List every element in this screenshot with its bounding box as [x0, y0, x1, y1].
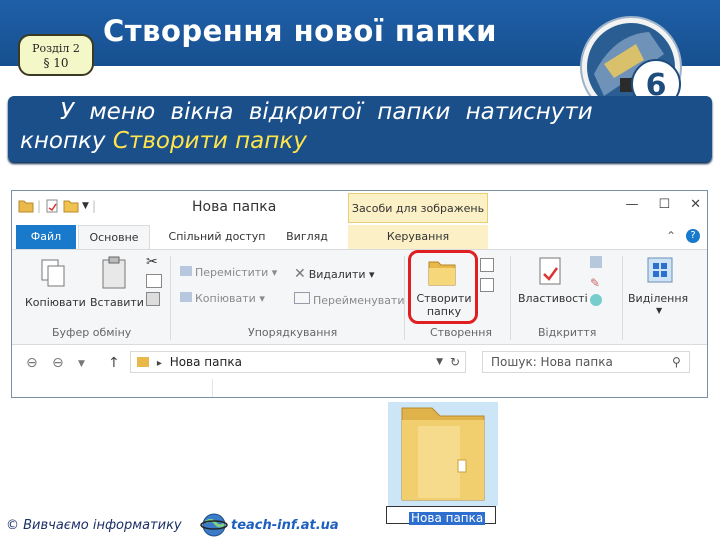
- folder-icon: [137, 357, 149, 367]
- move-to-label: Перемістити: [195, 266, 269, 279]
- instruction-line-2: кнопку Створити папку: [20, 128, 307, 154]
- clipboard-group-label: Буфер обміну: [52, 326, 132, 339]
- chevron-down-icon[interactable]: ▼: [82, 201, 89, 211]
- ribbon-tabs: Файл Основне Спільний доступ Вигляд Керу…: [12, 225, 707, 249]
- properties-icon[interactable]: [44, 199, 60, 213]
- refresh-icon[interactable]: ↻: [450, 352, 460, 372]
- instruction-text: кнопку: [20, 128, 113, 154]
- minimize-button[interactable]: —: [625, 197, 638, 212]
- tab-view[interactable]: Вигляд: [274, 225, 340, 249]
- edit-icon[interactable]: ✎: [590, 276, 600, 290]
- rename-label: Перейменувати: [313, 294, 405, 307]
- folder-icon[interactable]: [18, 199, 34, 213]
- delete-icon: ✕: [294, 266, 306, 282]
- group-separator: [622, 256, 623, 340]
- chevron-right-icon[interactable]: ▸: [157, 358, 162, 369]
- up-button[interactable]: ↑: [108, 355, 120, 371]
- tab-share[interactable]: Спільний доступ: [162, 225, 272, 249]
- open-group-label: Відкриття: [538, 326, 597, 339]
- easy-access-icon[interactable]: [480, 278, 494, 292]
- forward-button[interactable]: ⊖: [52, 355, 64, 371]
- explorer-window: | ▼ | Нова папка Засоби для зображень — …: [11, 190, 708, 398]
- history-icon[interactable]: [590, 294, 602, 306]
- window-controls: — ☐ ✕: [625, 197, 701, 212]
- ribbon: Копіювати Вставити ✂ Буфер обміну Перемі…: [12, 249, 707, 345]
- organize-group-label: Упорядкування: [248, 326, 338, 339]
- copy-to-label: Копіювати: [195, 292, 256, 305]
- paste-shortcut-icon[interactable]: [146, 292, 160, 306]
- tab-home[interactable]: Основне: [78, 225, 150, 249]
- tab-file[interactable]: Файл: [16, 225, 76, 249]
- copy-path-icon[interactable]: [146, 274, 162, 288]
- address-path: Нова папка: [169, 355, 242, 369]
- maximize-button[interactable]: ☐: [658, 197, 670, 212]
- search-icon[interactable]: ⚲: [672, 355, 681, 369]
- instruction-banner: У меню вікна відкритої папки натиснути к…: [8, 96, 712, 162]
- footer-copyright: © Вивчаємо інформатику: [6, 518, 182, 533]
- chevron-down-icon[interactable]: ▼: [436, 352, 443, 372]
- close-button[interactable]: ✕: [690, 197, 701, 212]
- contextual-tab-header: Засоби для зображень: [348, 193, 488, 223]
- window-titlebar: | ▼ | Нова папка Засоби для зображень — …: [12, 191, 707, 225]
- select-icon[interactable]: [646, 256, 674, 284]
- separator: |: [91, 199, 97, 213]
- copy-icon[interactable]: [38, 258, 68, 288]
- badge-paragraph: § 10: [43, 56, 69, 70]
- paste-button[interactable]: Вставити: [90, 296, 144, 309]
- folder-name-field[interactable]: Нова папка: [386, 506, 496, 525]
- tab-manage[interactable]: Керування: [348, 225, 488, 249]
- globe-icon: [200, 513, 228, 537]
- address-bar[interactable]: ▸ Нова папка ▼ ↻: [130, 351, 466, 373]
- open-icon[interactable]: [590, 256, 602, 268]
- copy-to-icon: [180, 292, 192, 302]
- window-title: Нова папка: [192, 199, 277, 215]
- scissors-icon[interactable]: ✂: [146, 254, 158, 270]
- select-button[interactable]: Виділення: [628, 292, 688, 305]
- new-folder-icon[interactable]: [63, 199, 79, 213]
- group-separator: [510, 256, 511, 340]
- folder-name-selection: Нова папка: [409, 511, 486, 525]
- group-separator: [170, 256, 171, 340]
- properties-button[interactable]: Властивості: [518, 292, 588, 305]
- badge-chapter: Розділ 2: [32, 42, 80, 55]
- new-item-icon[interactable]: [480, 258, 494, 272]
- chevron-down-icon[interactable]: ▼: [656, 306, 662, 315]
- copy-button[interactable]: Копіювати: [25, 296, 86, 309]
- clipboard-icon[interactable]: [100, 256, 130, 290]
- chevron-up-icon[interactable]: ⌃: [666, 229, 676, 243]
- footer-link[interactable]: teach-inf.at.ua: [231, 518, 339, 533]
- navigation-pane: [12, 379, 213, 397]
- back-button[interactable]: ⊖: [26, 355, 38, 371]
- search-input[interactable]: Пошук: Нова папка: [482, 351, 690, 373]
- rename-icon: [294, 292, 310, 304]
- section-badge: Розділ 2 § 10: [18, 34, 94, 76]
- separator: |: [37, 199, 42, 213]
- move-to-button[interactable]: Перемістити ▾: [180, 266, 277, 279]
- delete-button[interactable]: ✕ Видалити ▾: [294, 266, 375, 282]
- new-folder-item[interactable]: [388, 402, 498, 506]
- instruction-line-1: У меню вікна відкритої папки натиснути: [60, 99, 593, 125]
- instruction-highlight: Створити папку: [112, 128, 307, 154]
- copy-to-button[interactable]: Копіювати ▾: [180, 292, 265, 305]
- delete-label: Видалити: [308, 268, 366, 281]
- help-icon[interactable]: ?: [686, 229, 700, 243]
- address-bar-row: ⊖ ⊖ ▼ ↑ ▸ Нова папка ▼ ↻ Пошук: Нова пап…: [12, 345, 707, 379]
- rename-button[interactable]: Перейменувати: [294, 292, 405, 307]
- move-icon: [180, 266, 192, 276]
- group-separator: [404, 256, 405, 340]
- new-group-label: Створення: [430, 326, 493, 339]
- quick-access-toolbar: | ▼ |: [18, 199, 96, 213]
- recent-dropdown[interactable]: ▼: [78, 359, 85, 369]
- folder-icon: [401, 407, 485, 501]
- properties-icon[interactable]: [536, 256, 566, 288]
- slide-title: Створення нової папки: [103, 14, 497, 48]
- new-folder-highlight: [408, 250, 478, 324]
